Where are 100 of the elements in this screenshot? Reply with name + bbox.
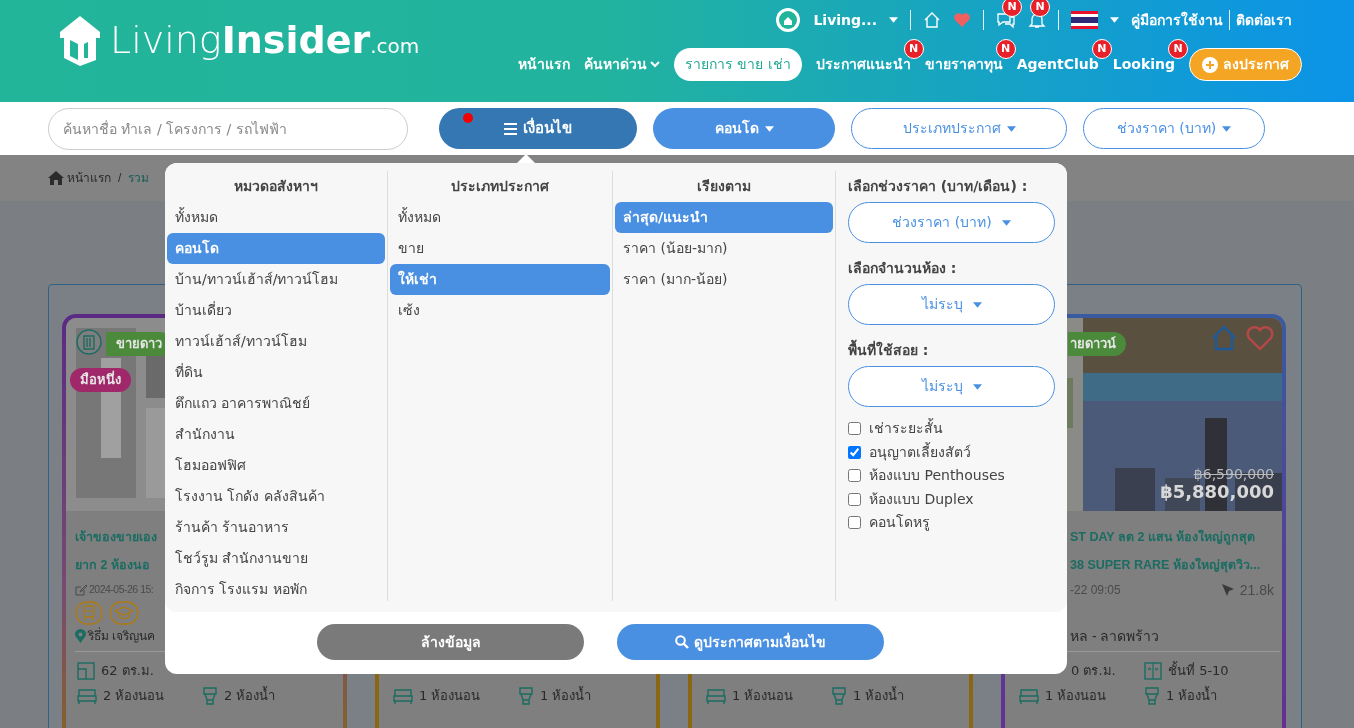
bathroom-count: 1 ห้องน้ำ <box>1166 685 1218 705</box>
caret-icon <box>1222 125 1232 132</box>
header-link[interactable]: คู่มือการใช้งาน <box>1131 9 1223 31</box>
price: ฿5,880,000 <box>1160 482 1274 503</box>
notification-badge: N <box>903 39 924 59</box>
cursor-icon <box>1220 583 1235 597</box>
bed-icon <box>77 687 97 704</box>
logo-icon <box>58 14 102 66</box>
checkbox[interactable] <box>848 445 861 459</box>
home-icon <box>48 171 64 185</box>
chat-icon[interactable] <box>996 11 1016 29</box>
filter-option[interactable]: ให้เช่า <box>390 264 610 295</box>
edit-icon <box>75 584 87 596</box>
filter-option[interactable]: สำนักงาน <box>167 419 385 450</box>
nav-link[interactable]: รายการ ขาย เช่า <box>673 48 802 81</box>
conditions-button[interactable]: เงื่อนไข <box>439 108 637 149</box>
flag-icon[interactable] <box>1071 10 1098 30</box>
notification-badge: N <box>995 39 1016 59</box>
bed-icon <box>1019 687 1039 704</box>
plus-circle-icon <box>1202 56 1218 73</box>
checkbox[interactable] <box>848 469 861 483</box>
toilet-icon <box>202 686 218 705</box>
filter-option[interactable]: โชว์รูม สำนักงานขาย <box>167 543 385 574</box>
menu-icon <box>504 122 517 135</box>
area-text: 62 ตร.ม. <box>101 661 154 680</box>
filter-option[interactable]: คอนโด <box>167 233 385 264</box>
caret-icon <box>1001 219 1011 226</box>
caret-icon <box>764 125 774 132</box>
filter-option[interactable]: ราคา (มาก-น้อย) <box>615 264 833 295</box>
breadcrumb-link[interactable]: รวม <box>128 169 150 187</box>
filter-option[interactable]: ทั้งหมด <box>390 202 610 233</box>
checkbox-label: คอนโดหรู <box>869 513 930 533</box>
checkbox-label: เช่าระยะสั้น <box>869 418 943 439</box>
map-pin-icon <box>75 629 86 643</box>
search-button[interactable]: ดูประกาศตามเงื่อนไข <box>617 624 884 660</box>
checkbox-label: ห้องแบบ Duplex <box>869 489 974 509</box>
filter-option[interactable]: ราคา (น้อย-มาก) <box>615 233 833 264</box>
filter-dropdown[interactable]: ประเภทประกาศ <box>851 108 1067 149</box>
bedroom-count: 2 ห้องนอน <box>103 686 165 705</box>
account-name[interactable]: Living... <box>813 9 877 31</box>
filter-option[interactable]: ที่ดิน <box>167 357 385 388</box>
breadcrumb-separator: / <box>118 170 122 187</box>
bed-icon <box>706 687 726 704</box>
field-label: เลือกช่วงราคา (บาท/เดือน) : <box>848 177 1029 196</box>
search-field[interactable]: ค้นหาชื่อ ทำเล / โครงการ / รถไฟฟ้า <box>48 107 408 150</box>
building-icon <box>76 329 102 355</box>
chevron-down-icon <box>649 61 660 68</box>
column-heading: ประเภทประกาศ <box>450 177 550 196</box>
caret-icon <box>1006 125 1016 132</box>
clear-button[interactable]: ล้างข้อมูล <box>317 624 584 660</box>
filter-dropdown[interactable]: ช่วงราคา (บาท) <box>1083 108 1265 149</box>
checkbox-label: อนุญาตเลี้ยงสัตว์ <box>869 441 971 463</box>
caret-icon <box>972 301 982 308</box>
checkbox[interactable] <box>848 422 861 436</box>
area-text: 0 ตร.ม. <box>1071 661 1116 680</box>
logo-text[interactable]: LivingInsider.com <box>110 21 420 59</box>
column-heading: หมวดอสังหาฯ <box>233 177 319 196</box>
bedroom-count: 1 ห้องนอน <box>1045 686 1107 705</box>
toilet-icon <box>831 686 847 705</box>
notification-badge: N <box>1030 0 1050 17</box>
bathroom-count: 1 ห้องน้ำ <box>540 685 592 705</box>
bathroom-count: 2 ห้องน้ำ <box>224 685 276 705</box>
toilet-icon <box>518 686 534 705</box>
nav-link[interactable]: หน้าแรก <box>517 54 570 75</box>
train-icon <box>75 601 103 625</box>
checkbox[interactable] <box>848 492 861 506</box>
nav-link[interactable]: ค้นหาด่วน <box>583 54 660 75</box>
caret-icon <box>1110 17 1119 23</box>
header-link[interactable]: ติดต่อเรา <box>1236 9 1292 31</box>
post-listing-button[interactable]: ลงประกาศ <box>1189 48 1302 81</box>
checkbox[interactable] <box>848 516 861 530</box>
notification-badge: N <box>1002 0 1022 17</box>
select-dropdown[interactable]: ไม่ระบุ <box>848 284 1055 325</box>
filter-dropdown[interactable]: คอนโด <box>653 108 835 149</box>
bedroom-count: 1 ห้องนอน <box>419 686 481 705</box>
filter-option[interactable]: กิจการ โรงแรม หอพัก <box>167 574 385 605</box>
filter-option[interactable]: บ้าน/ทาวน์เฮ้าส์/ทาวน์โฮม <box>167 264 385 295</box>
filter-option[interactable]: ตึกแถว อาคารพาณิชย์ <box>167 388 385 419</box>
avatar-icon[interactable] <box>775 7 802 33</box>
search-icon <box>675 635 689 649</box>
listing-tag: มือหนึ่ง <box>70 368 131 392</box>
listing-tag: ายดาวน์ <box>1068 332 1126 356</box>
bathroom-count: 1 ห้องน้ำ <box>853 685 905 705</box>
column-heading: เรียงตาม <box>696 177 752 196</box>
breadcrumb-link[interactable]: หน้าแรก <box>67 169 111 187</box>
listing-location: หล - ลาดพร้าว <box>1070 626 1160 646</box>
select-dropdown[interactable]: ไม่ระบุ <box>848 366 1055 407</box>
elevator-icon <box>1144 661 1162 680</box>
filter-option[interactable]: บ้านเดี่ยว <box>167 295 385 326</box>
select-dropdown[interactable]: ช่วงราคา (บาท) <box>848 202 1055 243</box>
home-icon[interactable] <box>923 11 941 29</box>
filter-option[interactable]: เซ้ง <box>390 295 610 326</box>
filter-option[interactable]: โฮมออฟฟิศ <box>167 450 385 481</box>
bedroom-count: 1 ห้องนอน <box>732 686 794 705</box>
filter-option[interactable]: ขาย <box>390 233 610 264</box>
filter-option[interactable]: โรงงาน โกดัง คลังสินค้า <box>167 481 385 512</box>
area-icon <box>77 661 95 680</box>
filter-option[interactable]: ล่าสุด/แนะนำ <box>615 202 833 233</box>
filter-option[interactable]: ร้านค้า ร้านอาหาร <box>167 512 385 543</box>
filter-option[interactable]: ทั้งหมด <box>167 202 385 233</box>
